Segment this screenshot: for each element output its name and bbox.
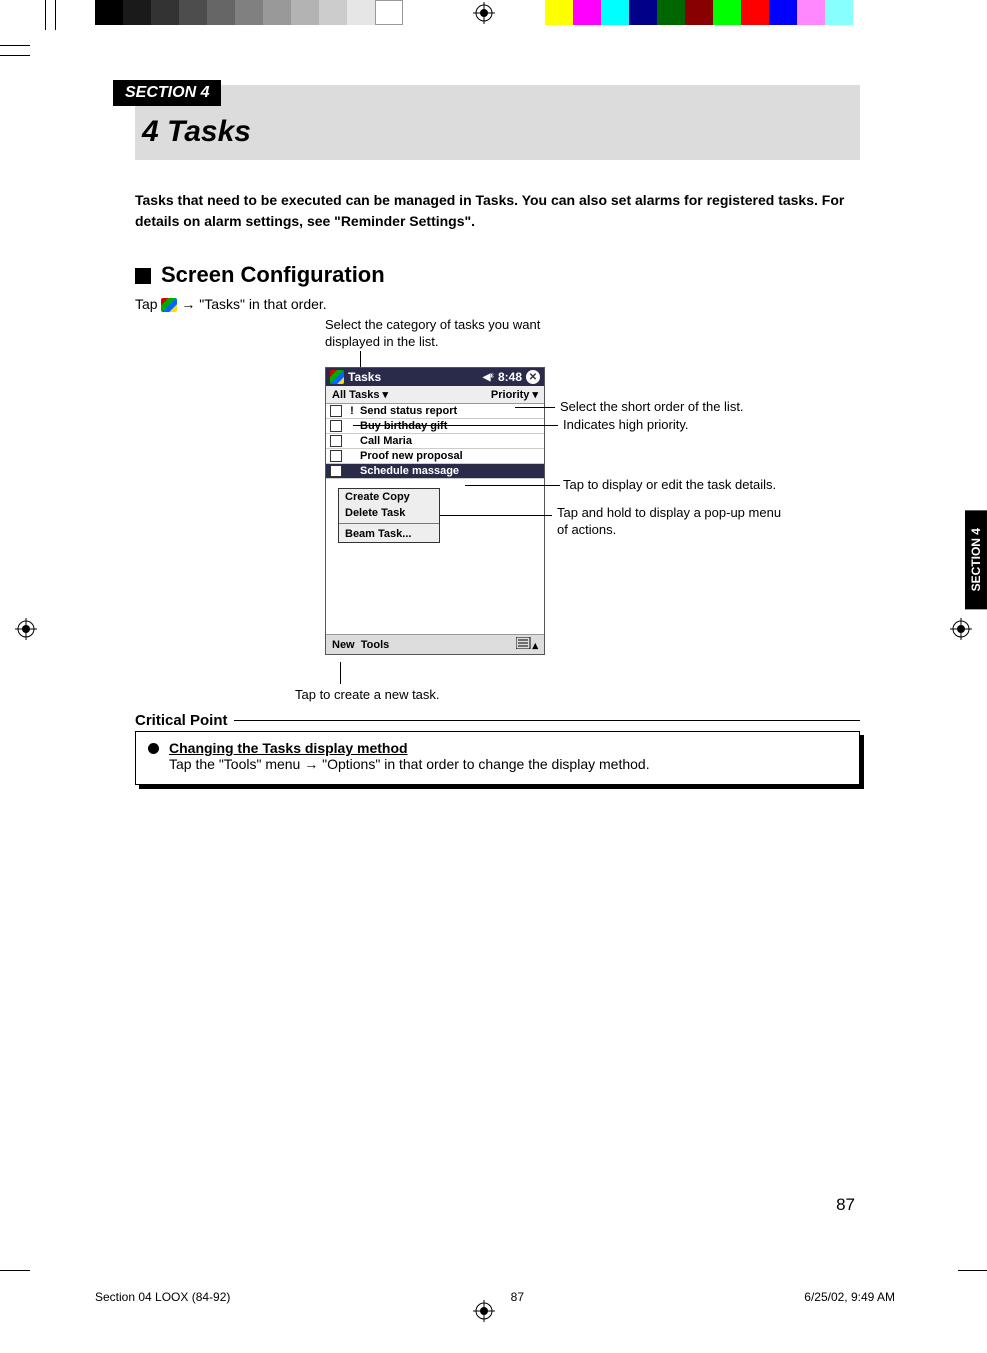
critical-box: Changing the Tasks display method Tap th… [135,731,860,785]
device-screenshot: Tasks ◀ᵋ 8:48 ✕ All Tasks ▾ Priority ▾ !… [325,367,545,655]
tap-pre: Tap [135,296,161,312]
close-icon[interactable]: ✕ [526,370,540,384]
device-bottombar: New Tools ▴ [326,634,544,654]
leader-line [340,662,341,684]
round-bullet-icon [148,743,159,754]
leader-line [353,425,558,426]
checkbox-icon[interactable] [330,465,342,477]
task-row[interactable]: ! Send status report [326,404,544,419]
speaker-icon[interactable]: ◀ᵋ [483,372,494,383]
page-number: 87 [836,1195,855,1215]
leader-line [465,485,560,486]
section-side-tab: SECTION 4 [965,510,987,609]
annotation-sort: Select the short order of the list. [560,399,744,415]
checkbox-icon[interactable] [330,435,342,447]
crop-mark [0,55,30,56]
task-label: Send status report [360,405,457,417]
task-label: Proof new proposal [360,450,463,462]
critical-point: Critical Point Changing the Tasks displa… [135,712,860,785]
annotation-priority: Indicates high priority. [563,417,689,433]
priority-indicator: ! [348,405,356,417]
device-titlebar: Tasks ◀ᵋ 8:48 ✕ [326,368,544,386]
task-label: Buy birthday gift [360,420,447,432]
tap-post: → "Tasks" in that order. [177,296,326,312]
diagram-area: Select the category of tasks you want di… [135,317,860,707]
checkbox-icon[interactable] [330,405,342,417]
task-label: Schedule massage [360,465,459,477]
start-flag-icon[interactable] [330,370,344,384]
checkbox-icon[interactable] [330,450,342,462]
annotation-category: Select the category of tasks you want di… [325,317,545,350]
clock-time: 8:48 [498,370,522,384]
chapter-title: 4 Tasks [142,115,251,149]
registration-mark-icon [473,2,495,24]
horizontal-rule [234,720,860,721]
device-toolbar: All Tasks ▾ Priority ▾ [326,386,544,404]
registration-mark-icon [15,618,37,640]
critical-subtitle: Changing the Tasks display method [169,740,650,756]
menu-item-beam[interactable]: Beam Task... [339,526,439,542]
square-bullet-icon [135,268,151,284]
start-flag-icon [161,298,177,312]
section-heading-text: Screen Configuration [161,262,385,287]
app-title: Tasks [348,370,381,384]
keyboard-icon[interactable]: ▴ [516,637,538,652]
chapter-header: SECTION 4 4 Tasks [135,85,860,160]
crop-mark [0,45,30,46]
task-row-selected[interactable]: Schedule massage [326,464,544,479]
slug-file: Section 04 LOOX (84-92) [95,1290,230,1304]
annotation-new: Tap to create a new task. [295,687,440,703]
section-tag: SECTION 4 [113,80,221,106]
press-color-bar-2 [545,0,853,25]
slug-page: 87 [511,1290,524,1304]
intro-paragraph: Tasks that need to be executed can be ma… [135,190,860,232]
slug-date: 6/25/02, 9:49 AM [804,1290,895,1304]
task-row[interactable]: Buy birthday gift [326,419,544,434]
menu-item-copy[interactable]: Create Copy [339,489,439,505]
menu-item-delete[interactable]: Delete Task [339,505,439,521]
critical-body: Tap the "Tools" menu → "Options" in that… [169,756,650,772]
sort-order[interactable]: Priority ▾ [491,388,538,401]
task-row[interactable]: Call Maria [326,434,544,449]
critical-heading: Critical Point [135,712,228,729]
crop-mark [0,1270,30,1271]
crop-mark [958,1270,987,1271]
annotation-popup: Tap and hold to display a pop-up menu of… [557,505,787,538]
leader-line [515,407,555,408]
task-label: Call Maria [360,435,412,447]
new-button[interactable]: New [332,639,355,651]
page-content: SECTION 4 4 Tasks Tasks that need to be … [135,85,860,785]
tools-menu[interactable]: Tools [361,639,390,651]
task-list: ! Send status report Buy birthday gift Ca… [326,404,544,634]
crop-mark [55,0,56,30]
annotation-details: Tap to display or edit the task details. [563,477,776,493]
leader-line [437,515,552,516]
registration-mark-icon [950,618,972,640]
section-heading: Screen Configuration [135,262,860,288]
tap-instruction: Tap → "Tasks" in that order. [135,296,860,312]
checkbox-icon[interactable] [330,420,342,432]
print-slug: Section 04 LOOX (84-92) 87 6/25/02, 9:49… [95,1290,895,1304]
press-color-bar [95,0,403,25]
task-row[interactable]: Proof new proposal [326,449,544,464]
category-filter[interactable]: All Tasks ▾ [332,388,388,401]
context-menu: Create Copy Delete Task Beam Task... [338,488,440,543]
crop-mark [45,0,46,30]
